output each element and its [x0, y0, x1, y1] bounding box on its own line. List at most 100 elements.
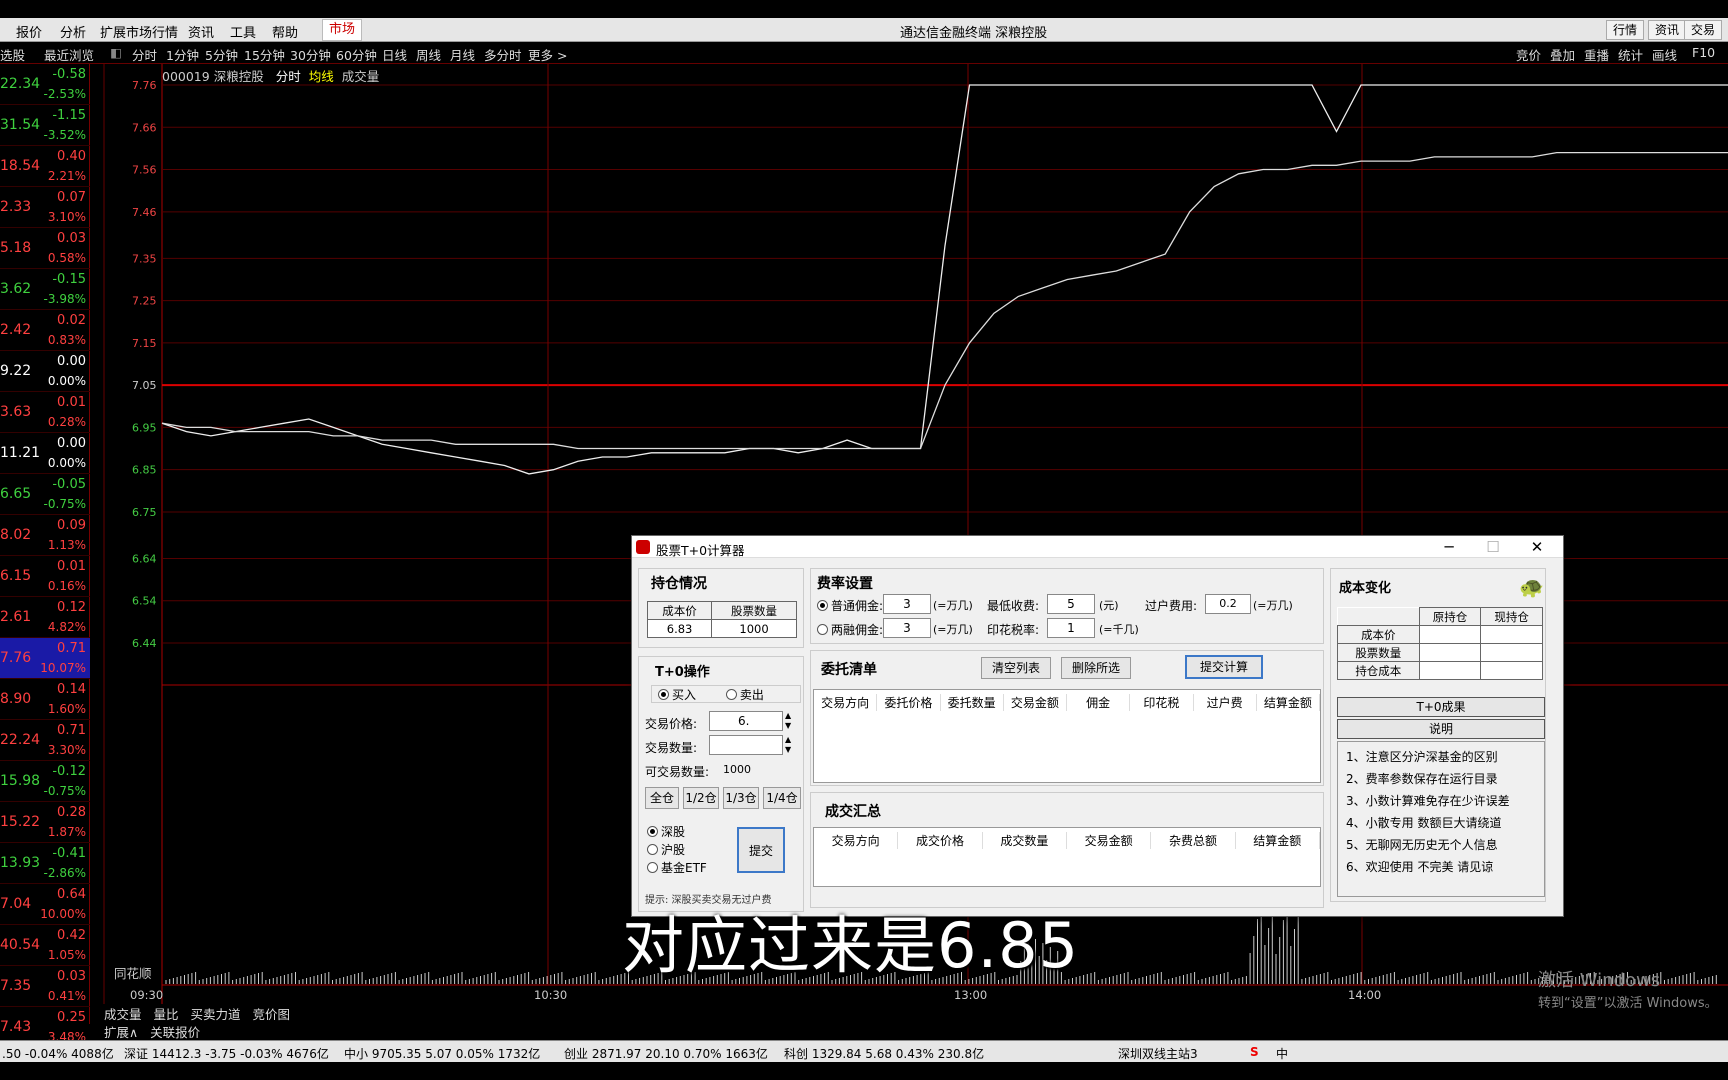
- stamp-tax-input[interactable]: 1: [1047, 618, 1095, 638]
- video-subtitle: 对应过来是6.85: [622, 909, 1080, 982]
- min-fee-input[interactable]: 5: [1047, 594, 1095, 614]
- t0-result-button[interactable]: T+0成果: [1337, 697, 1545, 717]
- maximize-icon[interactable]: ☐: [1471, 536, 1515, 558]
- column-header: 委托数量: [941, 694, 1004, 711]
- x-tick-label: 13:00: [954, 988, 987, 1002]
- tonghuashun-label: 同花顺: [114, 966, 152, 981]
- qty-label: 交易数量:: [645, 741, 698, 755]
- tab-expand[interactable]: 扩展∧: [104, 1025, 138, 1040]
- app-icon: [636, 540, 650, 554]
- price-label: 交易价格:: [645, 717, 698, 731]
- x-tick-label: 14:00: [1348, 988, 1381, 1002]
- cost-table: 原持仓 现持仓 成本价 股票数量 持仓成本: [1337, 607, 1543, 680]
- radio-shanghai[interactable]: 沪股: [647, 841, 707, 859]
- holding-title: 持仓情况: [651, 576, 707, 592]
- transfer-fee-label: 过户费用:: [1145, 599, 1198, 613]
- dialog-titlebar[interactable]: 股票T+0计算器 ─ ☐ ✕: [632, 536, 1563, 558]
- radio-buy[interactable]: 买入: [658, 688, 696, 702]
- summary-title: 成交汇总: [825, 804, 881, 820]
- close-icon[interactable]: ✕: [1515, 536, 1559, 558]
- radio-normal-commission[interactable]: 普通佣金:: [817, 597, 883, 614]
- third-position-button[interactable]: 1/3仓: [723, 787, 759, 809]
- column-header: 交易金额: [1067, 832, 1152, 849]
- submit-calc-button[interactable]: 提交计算: [1185, 655, 1263, 679]
- orders-panel: 委托清单 清空列表 删除所选 提交计算 交易方向 委托价格 委托数量 交易金额 佣金 印花…: [810, 650, 1324, 786]
- column-header: 委托价格: [877, 694, 941, 711]
- tab-volume[interactable]: 成交量: [104, 1007, 142, 1022]
- tab-related-quote[interactable]: 关联报价: [150, 1025, 200, 1040]
- radio-etf[interactable]: 基金ETF: [647, 859, 707, 877]
- column-header: 过户费: [1194, 694, 1257, 711]
- clear-list-button[interactable]: 清空列表: [981, 657, 1051, 679]
- orders-title: 委托清单: [821, 662, 877, 678]
- price-input[interactable]: 6.: [709, 711, 783, 731]
- holding-cost-input[interactable]: 6.83: [646, 619, 713, 638]
- note-item: 4、小散专用 数额巨大请绕道: [1346, 816, 1502, 830]
- index-sh: .50 -0.04% 4088亿: [2, 1047, 114, 1061]
- summary-table[interactable]: 交易方向 成交价格 成交数量 交易金额 杂费总额 结算金额: [813, 827, 1321, 887]
- column-header: 交易方向: [814, 694, 878, 711]
- x-tick-label: 09:30: [130, 988, 163, 1002]
- summary-table-header: 交易方向 成交价格 成交数量 交易金额 杂费总额 结算金额: [814, 832, 1320, 849]
- t0-panel: T+0操作 买入 卖出 交易价格: 6. ▲ ▼ 交易数量: ▲ ▼ 可交易数量: …: [638, 656, 804, 912]
- column-header: 结算金额: [1236, 832, 1320, 849]
- column-header: 结算金额: [1257, 694, 1320, 711]
- index-star: 科创 1329.84 5.68 0.43% 230.8亿: [784, 1047, 985, 1061]
- bottom-tabs: 成交量 量比 买卖力道 竞价图: [104, 1004, 298, 1022]
- y-tick-label: 6.44: [132, 637, 157, 650]
- y-tick-label: 6.75: [132, 506, 157, 519]
- exchange-group: 深股 沪股 基金ETF: [647, 823, 707, 877]
- cost-h-now: 现持仓: [1480, 607, 1543, 626]
- ime-zh-icon[interactable]: 中: [1276, 1045, 1288, 1062]
- transfer-fee-input[interactable]: 0.2: [1205, 594, 1251, 614]
- index-gem: 创业 2871.97 20.10 0.70% 1663亿: [564, 1047, 768, 1061]
- y-tick-label: 7.05: [132, 379, 157, 392]
- t0-title: T+0操作: [655, 665, 710, 680]
- server-name: 深圳双线主站3: [1118, 1047, 1198, 1061]
- y-tick-label: 6.95: [132, 421, 157, 434]
- quarter-position-button[interactable]: 1/4仓: [763, 787, 801, 809]
- delete-selected-button[interactable]: 删除所选: [1061, 657, 1131, 679]
- y-tick-label: 7.35: [132, 252, 157, 265]
- half-position-button[interactable]: 1/2仓: [683, 787, 719, 809]
- full-position-button[interactable]: 全仓: [645, 787, 679, 809]
- price-line: [161, 84, 1728, 475]
- activate-windows-hint: 转到“设置”以激活 Windows。: [1538, 996, 1718, 1011]
- note-item: 5、无聊网无历史无个人信息: [1346, 838, 1498, 852]
- qty-spinner[interactable]: ▲ ▼: [785, 735, 791, 755]
- note-item: 3、小数计算难免存在少许误差: [1346, 794, 1510, 808]
- qty-input[interactable]: [709, 735, 783, 755]
- orders-table[interactable]: 交易方向 委托价格 委托数量 交易金额 佣金 印花税 过户费 结算金额: [813, 689, 1321, 783]
- index-sme: 中小 9705.35 5.07 0.05% 1732亿: [344, 1047, 541, 1061]
- ime-s-icon[interactable]: S: [1250, 1045, 1259, 1059]
- radio-sell[interactable]: 卖出: [725, 688, 764, 702]
- cost-row-price: 成本价: [1337, 625, 1420, 644]
- column-header: 印花税: [1130, 694, 1194, 711]
- unit-yuan: (元): [1099, 599, 1119, 612]
- explain-button[interactable]: 说明: [1337, 719, 1545, 739]
- tab-auction-chart[interactable]: 竞价图: [253, 1007, 291, 1022]
- orders-table-header: 交易方向 委托价格 委托数量 交易金额 佣金 印花税 过户费 结算金额: [814, 694, 1320, 711]
- radio-shenzhen[interactable]: 深股: [647, 823, 707, 841]
- unit-wanji-1: (=万几): [933, 599, 973, 612]
- avail-value: 1000: [723, 763, 751, 776]
- radio-margin-commission[interactable]: 两融佣金:: [817, 621, 883, 638]
- cost-h-orig: 原持仓: [1418, 607, 1482, 626]
- price-spinner[interactable]: ▲ ▼: [785, 711, 791, 731]
- normal-commission-input[interactable]: 3: [883, 594, 931, 614]
- column-header: 交易金额: [1004, 694, 1067, 711]
- holding-panel: 持仓情况 成本价 股票数量 6.83 1000: [638, 568, 804, 648]
- y-tick-label: 6.85: [132, 464, 157, 477]
- submit-button[interactable]: 提交: [737, 827, 785, 873]
- holding-qty-input[interactable]: 1000: [711, 619, 797, 638]
- minimize-icon[interactable]: ─: [1427, 536, 1471, 558]
- holding-h-qty: 股票数量: [711, 601, 797, 620]
- tab-volume-ratio[interactable]: 量比: [154, 1007, 179, 1022]
- bottom-tabs-2: 扩展∧ 关联报价: [104, 1022, 200, 1040]
- tab-buy-sell-power[interactable]: 买卖力道: [191, 1007, 241, 1022]
- column-header: 交易方向: [814, 832, 899, 849]
- column-header: 成交价格: [898, 832, 983, 849]
- y-tick-label: 7.76: [132, 79, 157, 92]
- margin-commission-input[interactable]: 3: [883, 618, 931, 638]
- y-tick-label: 6.54: [132, 595, 157, 608]
